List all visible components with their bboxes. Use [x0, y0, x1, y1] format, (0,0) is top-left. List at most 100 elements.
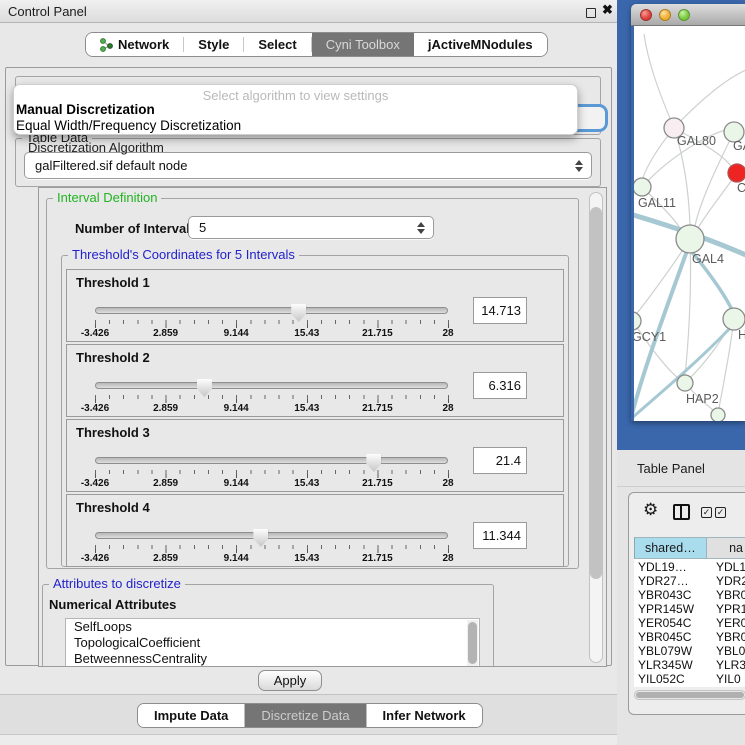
table-row[interactable]: YBL079WYBL0	[634, 644, 745, 658]
table-row[interactable]: YDL19…YDL1	[634, 560, 745, 574]
tick-label: -3.426	[81, 403, 109, 414]
threshold-panel-1: Threshold 1-3.4262.8599.14415.4321.71528…	[66, 269, 564, 342]
network-view-window: GAL80GACGAL11GAL4GCY1HHAP2	[631, 4, 745, 421]
threshold-panel-3: Threshold 3-3.4262.8599.14415.4321.71528…	[66, 419, 564, 492]
threshold-slider[interactable]	[95, 307, 448, 314]
control-panel-titlebar: Control Panel ✖	[0, 0, 617, 23]
interval-definition-group: Interval Definition Number of Intervals …	[46, 198, 579, 569]
tab-jactivemnodules[interactable]: jActiveMNodules	[414, 33, 547, 56]
tab-select[interactable]: Select	[244, 33, 310, 56]
tick-label: -3.426	[81, 553, 109, 564]
numerical-attributes-list[interactable]: SelfLoopsTopologicalCoefficientBetweenne…	[65, 618, 480, 667]
network-edge[interactable]	[674, 70, 745, 128]
tick-label: 2.859	[153, 553, 178, 564]
bottom-tab-discretize-data[interactable]: Discretize Data	[245, 704, 366, 727]
network-node-gal11[interactable]	[634, 178, 651, 196]
table-cell: YDR27…	[634, 574, 707, 588]
float-window-icon[interactable]	[586, 8, 596, 18]
node-label: GA	[733, 139, 745, 153]
network-node-gal4[interactable]	[676, 225, 704, 253]
threshold-label: Threshold 3	[76, 425, 150, 440]
bottom-tab-impute-data[interactable]: Impute Data	[138, 704, 245, 727]
cyni-toolbox-panel: Discretization Algorithm Table Data galF…	[5, 67, 612, 666]
threshold-panel-4: Threshold 4-3.4262.8599.14415.4321.71528…	[66, 494, 564, 567]
slider-minor-ticks	[95, 545, 449, 549]
bottom-tab-infer-network[interactable]: Infer Network	[367, 704, 482, 727]
tab-label: Select	[258, 37, 296, 52]
tick-label: 2.859	[153, 403, 178, 414]
checkbox-icon[interactable]: ✓	[715, 507, 726, 518]
panel-scrollbar[interactable]	[589, 192, 603, 663]
algorithm-option-equal-width-frequency-discretization[interactable]: Equal Width/Frequency Discretization	[16, 118, 241, 133]
table-row[interactable]: YPR145WYPR1	[634, 602, 745, 616]
network-edge[interactable]	[644, 34, 674, 128]
thresholds-group: Threshold's Coordinates for 5 Intervals …	[61, 255, 569, 567]
attribute-item[interactable]: BetweennessCentrality	[66, 651, 479, 667]
mac-minimize-icon[interactable]	[659, 9, 671, 21]
discretization-algorithm-label: Discretization Algorithm	[28, 140, 164, 155]
screen: Control Panel ✖ NetworkStyle Select Cyni T…	[0, 0, 745, 745]
table-cell: YER0	[707, 616, 745, 630]
mac-close-icon[interactable]	[640, 9, 652, 21]
tab-style[interactable]: Style	[184, 33, 243, 56]
threshold-value-field[interactable]: 11.344	[473, 522, 527, 549]
threshold-value-field[interactable]: 14.713	[473, 297, 527, 324]
network-node-h[interactable]	[723, 308, 745, 330]
table-row[interactable]: YDR27…YDR2	[634, 574, 745, 588]
attributes-scrollbar[interactable]	[467, 620, 478, 667]
checkbox-icon[interactable]: ✓	[701, 507, 712, 518]
mac-zoom-icon[interactable]	[678, 9, 690, 21]
threshold-value-field[interactable]: 21.4	[473, 447, 527, 474]
network-node-gcy1[interactable]	[634, 312, 641, 330]
tab-network[interactable]: Network	[86, 33, 183, 56]
apply-button[interactable]: Apply	[258, 670, 322, 691]
algorithm-option-manual-discretization[interactable]: Manual Discretization	[16, 102, 155, 117]
threshold-slider[interactable]	[95, 532, 448, 539]
columns-icon[interactable]	[673, 504, 690, 520]
attributes-scrollbar-thumb[interactable]	[468, 622, 477, 664]
table-row[interactable]: YLR345WYLR3	[634, 658, 745, 672]
tab-cyni-toolbox[interactable]: Cyni Toolbox	[312, 33, 414, 56]
threshold-value-field[interactable]: 6.316	[473, 372, 527, 399]
table-rows: YDL19…YDL1YDR27…YDR2YBR043CYBR0YPR145WYP…	[634, 560, 745, 687]
gear-icon[interactable]: ⚙	[643, 501, 658, 518]
network-canvas[interactable]: GAL80GACGAL11GAL4GCY1HHAP2	[634, 26, 745, 421]
tab-bar: NetworkStyle Select Cyni ToolboxjActiveMNo…	[85, 32, 548, 57]
table-cell: YIL0	[707, 672, 745, 686]
table-cell: YBL0	[707, 644, 745, 658]
table-cell: YDR2	[707, 574, 745, 588]
table-row[interactable]: YBR045CYBR0	[634, 630, 745, 644]
threshold-slider[interactable]	[95, 382, 448, 389]
network-node-hap2[interactable]	[677, 375, 693, 391]
table-data-combobox[interactable]: galFiltered.sif default node	[24, 152, 592, 179]
column-header-1[interactable]: shared…	[635, 538, 707, 558]
table-row[interactable]: YBR043CYBR0	[634, 588, 745, 602]
table-hscrollbar[interactable]	[634, 690, 745, 700]
network-edge[interactable]	[698, 173, 737, 228]
table-cell: YBL079W	[634, 644, 707, 658]
attribute-item[interactable]: SelfLoops	[66, 619, 479, 635]
number-of-intervals-combobox[interactable]: 5	[188, 216, 434, 239]
spinner-icon	[575, 160, 583, 172]
attributes-legend: Attributes to discretize	[49, 576, 185, 591]
column-header-2[interactable]: na	[707, 538, 745, 558]
tick-label: -3.426	[81, 328, 109, 339]
table-hscrollbar-thumb[interactable]	[636, 692, 744, 698]
spinner-icon	[417, 222, 425, 234]
threshold-slider[interactable]	[95, 457, 448, 464]
network-node-c[interactable]	[728, 164, 745, 182]
network-node[interactable]	[711, 408, 725, 421]
panel-scrollbar-thumb[interactable]	[590, 207, 602, 579]
slider-minor-ticks	[95, 320, 449, 324]
tick-label: 2.859	[153, 478, 178, 489]
table-row[interactable]: YIL052CYIL0	[634, 672, 745, 686]
table-cell: YPR145W	[634, 602, 707, 616]
table-row[interactable]: YER054CYER0	[634, 616, 745, 630]
network-icon	[100, 38, 113, 52]
attribute-item[interactable]: TopologicalCoefficient	[66, 635, 479, 651]
tick-label: 21.715	[362, 328, 393, 339]
close-icon[interactable]: ✖	[602, 2, 613, 18]
table-cell: YBR043C	[634, 588, 707, 602]
node-label: GCY1	[634, 330, 666, 344]
attributes-group: Attributes to discretize Numerical Attri…	[42, 584, 494, 667]
